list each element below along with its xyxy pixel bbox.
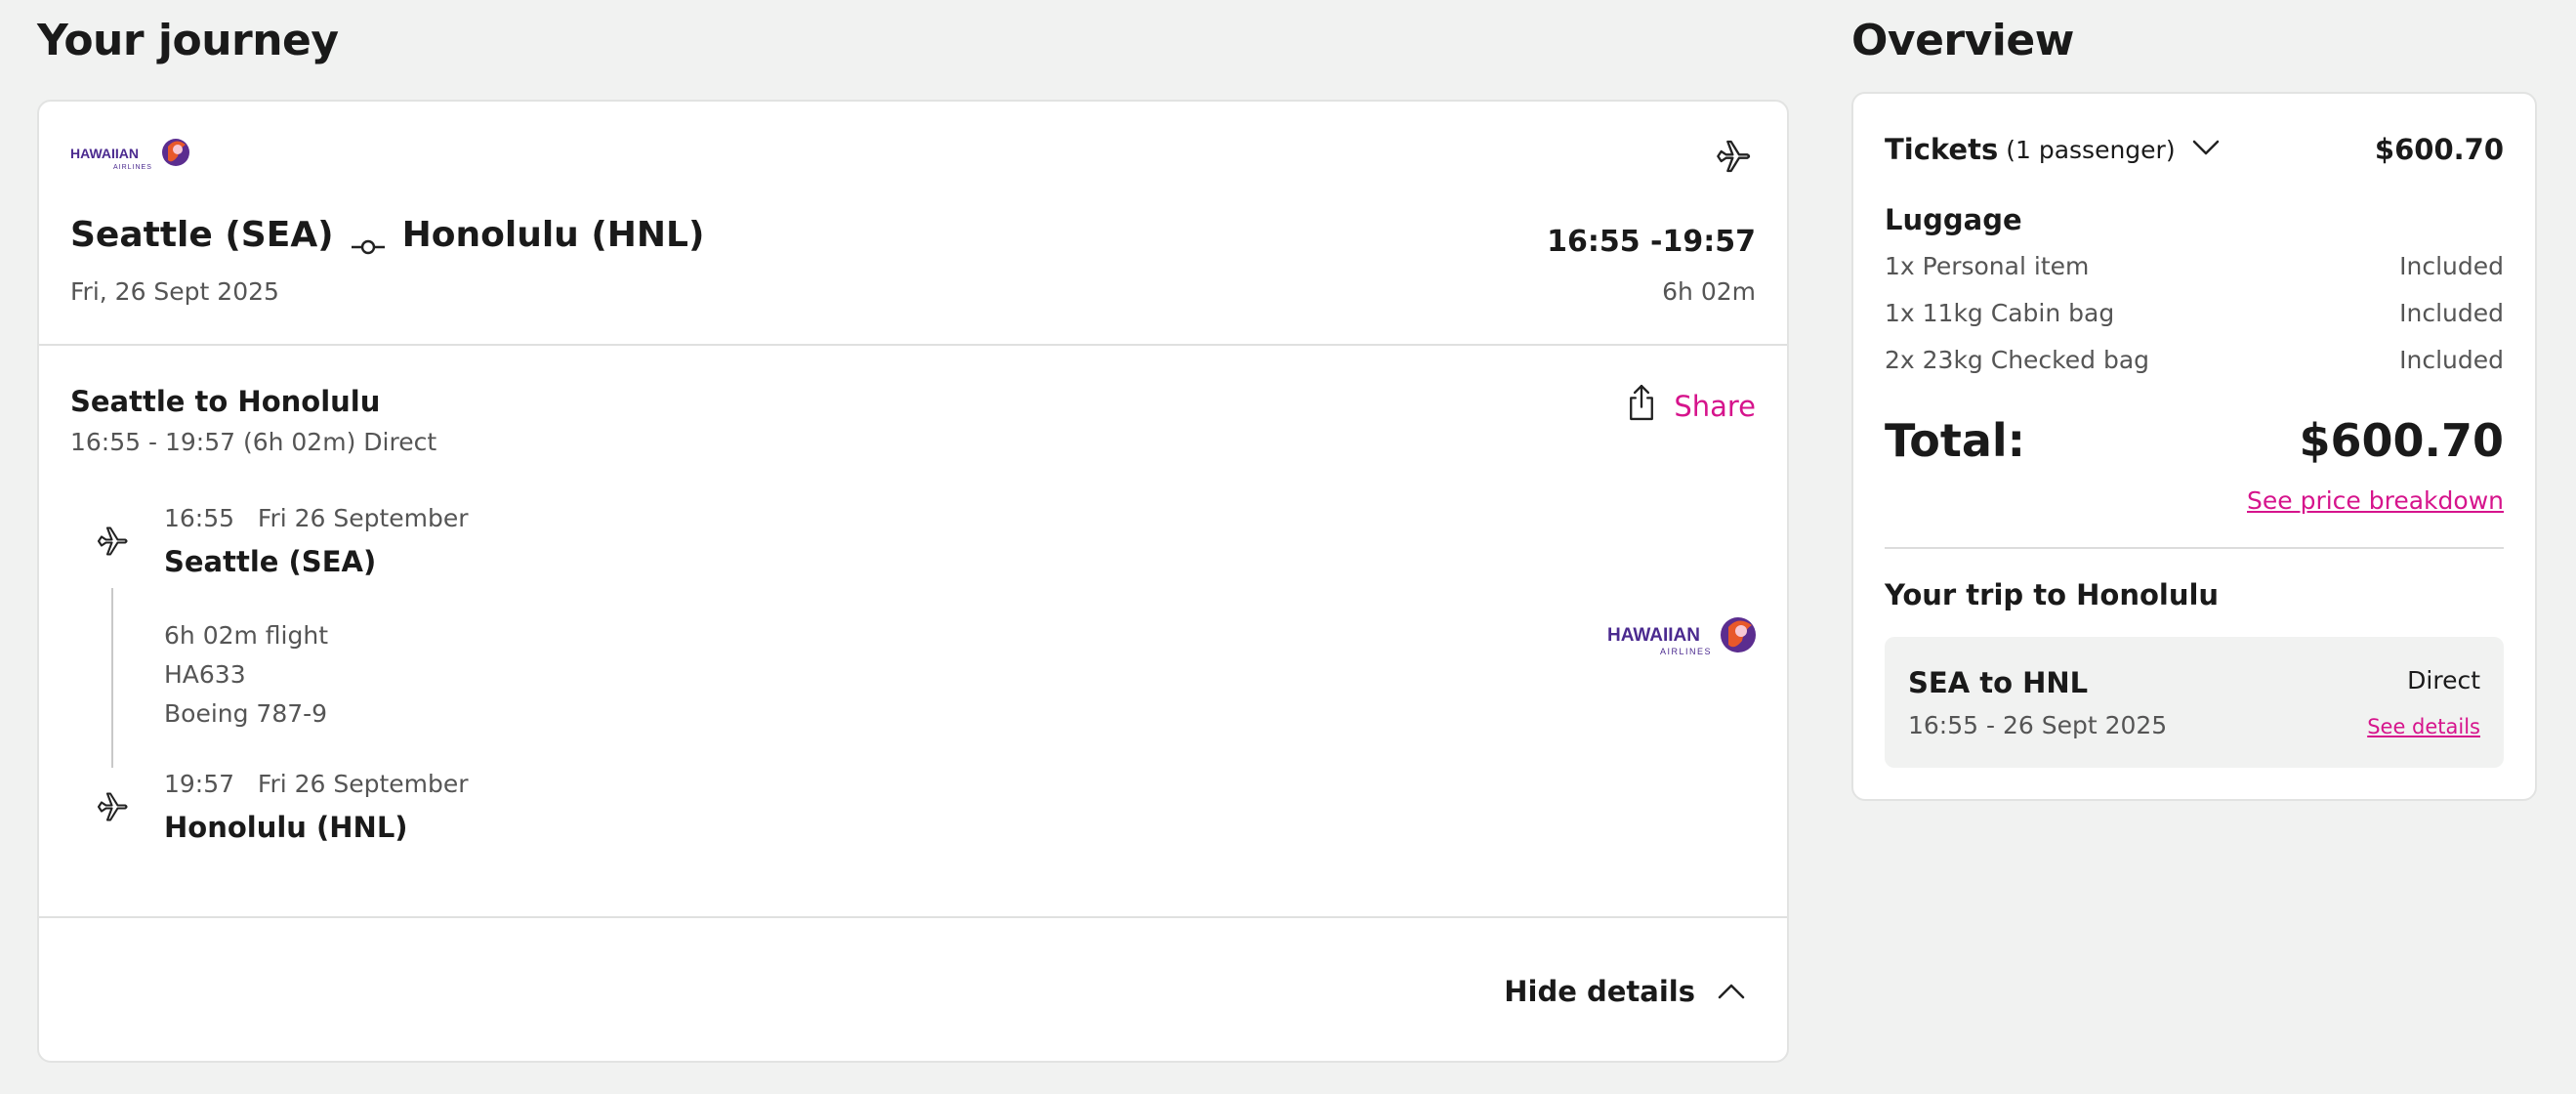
arrival-airplane-icon: [96, 789, 131, 828]
direct-route-icon: [351, 226, 385, 254]
hawaiian-airlines-logo: HAWAIIAN AIRLINES: [70, 137, 191, 176]
leg-subtitle: 16:55 - 19:57 (6h 02m) Direct: [70, 428, 437, 456]
hide-details-label: Hide details: [1504, 975, 1695, 1008]
route-heading: Seattle (SEA) Honolulu (HNL): [70, 215, 704, 255]
divider: [1885, 547, 2504, 549]
total-price: $600.70: [2299, 414, 2504, 467]
tickets-label: Tickets: [1885, 133, 1999, 166]
departure-airplane-icon: [96, 524, 131, 563]
tickets-passengers: (1 passenger): [2006, 135, 2176, 164]
card-footer: Hide details: [39, 916, 1787, 1063]
flight-number: HA633: [164, 660, 246, 689]
time-range: 16:55 -19:57: [1547, 225, 1756, 259]
share-label: Share: [1674, 389, 1756, 423]
trip-route: SEA to HNL: [1908, 666, 2089, 699]
luggage-status: Included: [2399, 346, 2504, 374]
luggage-status: Included: [2399, 252, 2504, 280]
aircraft-type: Boeing 787-9: [164, 699, 328, 728]
tickets-price: $600.70: [2374, 133, 2504, 166]
price-breakdown-link[interactable]: See price breakdown: [2247, 486, 2504, 515]
journey-summary: HAWAIIAN AIRLINES Seattle (SEA) Honolulu…: [39, 102, 1787, 346]
departure-time: 16:55 Fri 26 September: [164, 504, 469, 532]
luggage-item: 1x 11kg Cabin bag: [1885, 299, 2115, 327]
flight-duration: 6h 02m flight: [164, 621, 329, 650]
luggage-status: Included: [2399, 299, 2504, 327]
journey-title: Your journey: [37, 16, 339, 65]
hide-details-button[interactable]: Hide details: [1504, 975, 1746, 1008]
luggage-title: Luggage: [1885, 203, 2022, 236]
svg-text:AIRLINES: AIRLINES: [1660, 647, 1712, 656]
journey-card: HAWAIIAN AIRLINES Seattle (SEA) Honolulu…: [37, 100, 1789, 1063]
total-label: Total:: [1885, 414, 2026, 467]
chevron-down-icon[interactable]: [2191, 138, 2221, 161]
journey-duration: 6h 02m: [1662, 277, 1756, 306]
total-row: Total: $600.70: [1885, 414, 2504, 467]
journey-date: Fri, 26 Sept 2025: [70, 277, 279, 306]
trip-datetime: 16:55 - 26 Sept 2025: [1908, 711, 2168, 739]
overview-title: Overview: [1851, 16, 2074, 65]
luggage-item: 2x 23kg Checked bag: [1885, 346, 2150, 374]
svg-text:AIRLINES: AIRLINES: [113, 164, 152, 171]
arrival-time: 19:57 Fri 26 September: [164, 770, 469, 798]
luggage-row: 2x 23kg Checked bag Included: [1885, 346, 2504, 374]
svg-text:HAWAIIAN: HAWAIIAN: [70, 146, 139, 161]
hawaiian-airlines-logo-large: HAWAIIAN AIRLINES: [1607, 615, 1758, 664]
trip-type: Direct: [2407, 666, 2480, 694]
timeline-line: [111, 588, 113, 768]
see-details-link[interactable]: See details: [2367, 715, 2480, 738]
destination-label: Honolulu (HNL): [401, 215, 705, 255]
departure-airport: Seattle (SEA): [164, 545, 377, 578]
chevron-up-icon: [1717, 975, 1746, 1008]
share-icon: [1623, 383, 1660, 429]
trip-title: Your trip to Honolulu: [1885, 578, 2220, 611]
trip-summary-box: SEA to HNL Direct 16:55 - 26 Sept 2025 S…: [1885, 637, 2504, 768]
origin-label: Seattle (SEA): [70, 215, 334, 255]
svg-text:HAWAIIAN: HAWAIIAN: [1607, 625, 1700, 646]
luggage-row: 1x Personal item Included: [1885, 252, 2504, 280]
luggage-item: 1x Personal item: [1885, 252, 2090, 280]
leg-title: Seattle to Honolulu: [70, 385, 381, 418]
share-button[interactable]: Share: [1623, 383, 1756, 429]
airplane-icon: [1715, 137, 1754, 180]
tickets-row: Tickets (1 passenger) $600.70: [1885, 133, 2504, 166]
arrival-airport: Honolulu (HNL): [164, 811, 408, 844]
overview-card: Tickets (1 passenger) $600.70 Luggage 1x…: [1851, 92, 2537, 801]
luggage-row: 1x 11kg Cabin bag Included: [1885, 299, 2504, 327]
